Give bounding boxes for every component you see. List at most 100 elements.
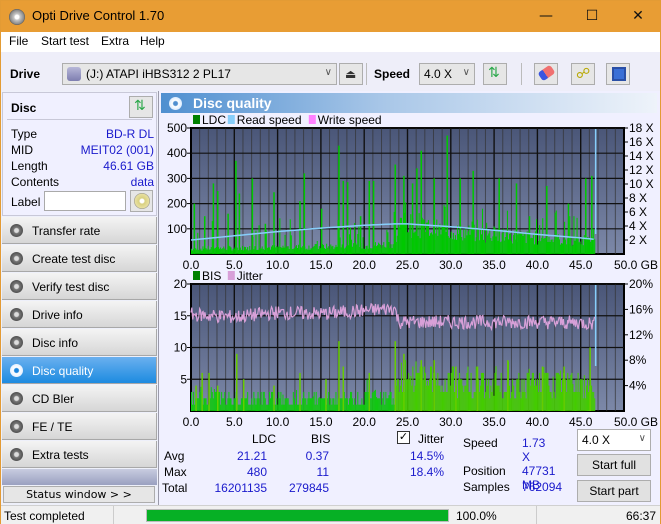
disc-refresh-button[interactable]: ⇅ — [129, 96, 153, 118]
ldc-bar — [282, 245, 284, 254]
maximize-icon: ☐ — [585, 8, 599, 24]
ldc-bar — [389, 247, 391, 254]
x-tick-label: 50.0 GB — [614, 258, 658, 272]
drive-select[interactable]: (J:) ATAPI iHBS312 2 PL17 ∨ — [62, 63, 337, 85]
y-tick-label: 500 — [167, 121, 187, 135]
disc-icon — [10, 224, 23, 237]
close-button[interactable]: ✕ — [615, 1, 661, 32]
bis-bar — [398, 391, 400, 411]
bis-bar — [332, 398, 334, 411]
ldc-bar — [524, 234, 526, 254]
bis-bar — [333, 398, 335, 411]
bis-bar — [467, 366, 469, 411]
bis-bar — [524, 391, 526, 411]
nav-extra-tests[interactable]: Extra tests — [2, 441, 157, 468]
bis-bar — [271, 391, 273, 411]
save-button[interactable] — [606, 63, 630, 85]
ldc-bar — [578, 242, 580, 254]
bis-bar — [348, 398, 350, 411]
nav-fe-te[interactable]: FE / TE — [2, 413, 157, 440]
bis-bar — [439, 385, 441, 411]
bis-bar — [582, 398, 584, 411]
refresh-icon: ⇅ — [488, 65, 500, 81]
bis-bar — [459, 372, 461, 411]
menu-extra[interactable]: Extra — [101, 34, 129, 48]
ldc-bar — [458, 233, 460, 254]
bis-bar — [378, 398, 380, 411]
bis-bar — [412, 366, 414, 411]
speed-select[interactable]: 4.0 X ∨ — [419, 63, 475, 85]
bis-bar — [411, 385, 413, 411]
nav-disc-quality[interactable]: Disc quality — [2, 357, 157, 384]
avg-bis: 0.37 — [305, 449, 329, 463]
ldc-bar — [271, 246, 273, 254]
bis-bar — [462, 385, 464, 411]
disc-label-input[interactable] — [44, 191, 126, 211]
bis-peak — [242, 379, 245, 411]
start-part-button[interactable]: Start part — [577, 480, 651, 502]
nav-disc-info[interactable]: Disc info — [2, 329, 157, 356]
bis-bar — [568, 379, 570, 411]
bis-bar — [372, 391, 374, 411]
bis-bar — [290, 404, 292, 411]
menu-bar: File Start test Extra Help — [1, 32, 660, 52]
ldc-bar — [224, 248, 226, 254]
ldc-bar — [229, 246, 231, 254]
bis-bar — [375, 397, 378, 411]
bis-bar — [521, 379, 523, 411]
menu-help[interactable]: Help — [140, 34, 165, 48]
bis-bar — [570, 374, 572, 411]
status-window-button[interactable]: Status window > > — [3, 486, 155, 503]
ldc-bar — [205, 248, 207, 254]
nav-create-test-disc[interactable]: Create test disc — [2, 245, 157, 272]
ldc-bar — [198, 249, 200, 254]
start-full-button[interactable]: Start full — [577, 454, 651, 476]
refresh-button[interactable]: ⇅ — [483, 63, 507, 85]
ldc-bar — [191, 248, 193, 254]
test-speed-select[interactable]: 4.0 X ∨ — [577, 429, 651, 451]
nav-verify-test-disc[interactable]: Verify test disc — [2, 273, 157, 300]
settings-button[interactable]: ☍ — [571, 63, 595, 85]
ldc-bar — [409, 223, 411, 254]
nav-drive-info[interactable]: Drive info — [2, 301, 157, 328]
ldc-bar — [506, 210, 508, 254]
bis-bar — [480, 372, 482, 411]
disc-label-button[interactable] — [130, 190, 153, 212]
ldc-bar — [272, 245, 274, 254]
ldc-bar — [290, 235, 292, 254]
menu-start-test[interactable]: Start test — [41, 34, 89, 48]
menu-file[interactable]: File — [9, 34, 28, 48]
ldc-bar — [485, 242, 487, 254]
eject-button[interactable]: ⏏ — [339, 63, 363, 85]
bis-bar — [318, 397, 320, 411]
ldc-bar — [444, 206, 446, 254]
bis-bar — [546, 372, 548, 411]
ldc-bar — [242, 250, 244, 254]
ldc-bar — [532, 234, 534, 254]
bis-bar — [558, 374, 560, 411]
bis-bar — [259, 404, 261, 411]
bis-bar — [210, 387, 212, 411]
chain-icon: ☍ — [576, 66, 591, 82]
minimize-button[interactable]: — — [523, 1, 569, 32]
ldc-bar — [296, 248, 299, 254]
ldc-bar — [365, 245, 367, 254]
ldc-peak — [372, 180, 375, 254]
bis-bar — [533, 385, 535, 411]
bis-bar — [574, 391, 576, 411]
bis-bar — [261, 404, 263, 411]
x-tick-label: 25.0 — [396, 258, 420, 272]
ldc-peak — [338, 145, 340, 254]
nav-transfer-rate[interactable]: Transfer rate — [2, 217, 157, 244]
ldc-bar — [286, 246, 288, 254]
ldc-bar — [560, 243, 562, 254]
bis-bar — [483, 372, 485, 411]
nav-cd-bler[interactable]: CD Bler — [2, 385, 157, 412]
bis-bar — [262, 391, 264, 411]
maximize-button[interactable]: ☐ — [569, 1, 615, 32]
jitter-checkbox[interactable]: ✓ — [397, 431, 410, 444]
ldc-peak — [459, 178, 461, 254]
erase-button[interactable] — [534, 63, 558, 85]
bis-bar — [194, 404, 196, 411]
bis-bar — [215, 391, 217, 411]
